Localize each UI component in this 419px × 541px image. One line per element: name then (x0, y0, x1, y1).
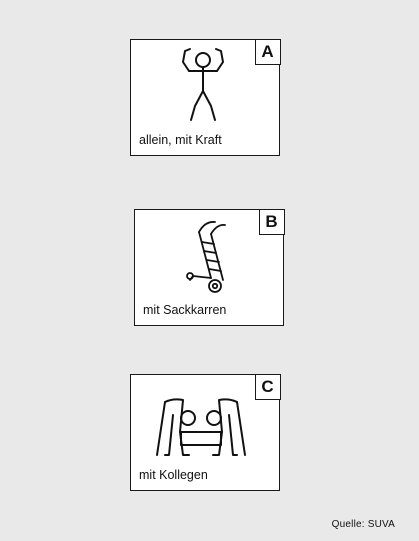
panel-letter-a: A (254, 38, 281, 65)
option-panel-a: A allein, mit Kraft (130, 38, 281, 156)
page: { "panels": [ { "letter": "A", "caption"… (0, 0, 419, 541)
panel-letter-b: B (258, 208, 285, 235)
panel-caption-b: mit Sackkarren (143, 303, 227, 317)
panel-caption-a: allein, mit Kraft (139, 133, 222, 147)
option-panel-b: B mit Sackkarren (134, 208, 285, 326)
panel-letter-c: C (254, 373, 281, 400)
source-credit: Quelle: SUVA (331, 519, 395, 530)
panel-caption-c: mit Kollegen (139, 468, 208, 482)
option-panel-c: C mit Kollegen (130, 373, 281, 491)
